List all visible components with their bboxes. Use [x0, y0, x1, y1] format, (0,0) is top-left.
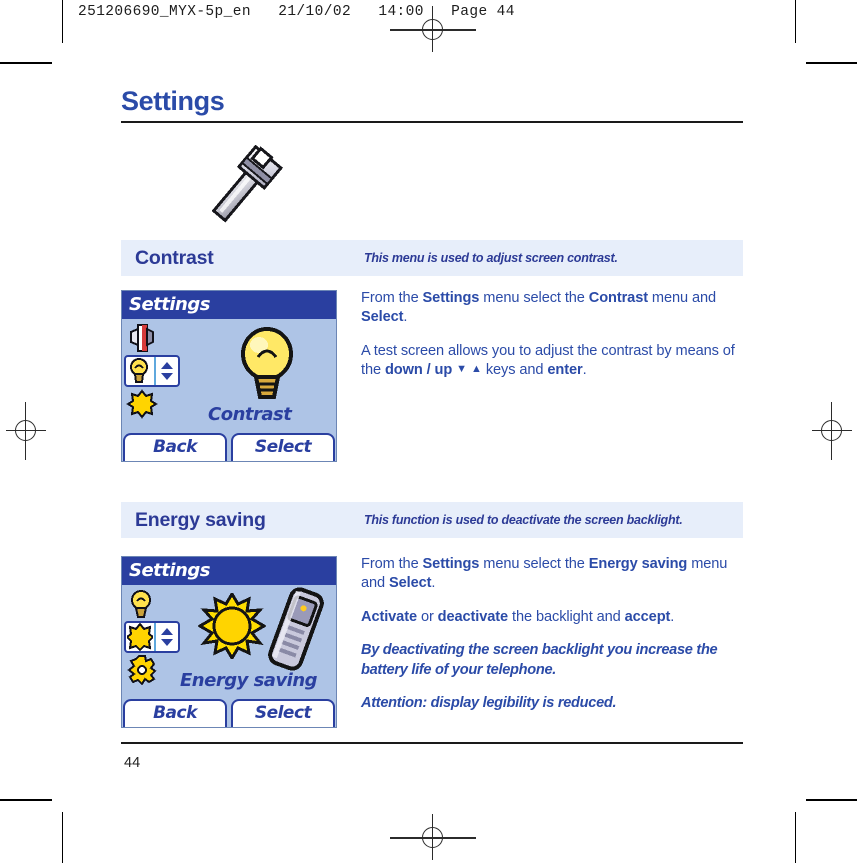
- softkey-select[interactable]: Select: [231, 433, 335, 461]
- softkey-select-label: Select: [254, 703, 312, 723]
- softkey-back-label: Back: [153, 437, 197, 457]
- paragraph-note: Attention: display legibility is reduced…: [361, 695, 617, 712]
- phone-screenshot-energy-saving: Settings Energy saving Back Select: [121, 556, 337, 728]
- phone-softkeys: Back Select: [122, 431, 336, 461]
- rail-selected-item[interactable]: [124, 355, 180, 387]
- phone-screenshot-contrast: Settings Contrast Back Select: [121, 290, 337, 462]
- rail-divider: [154, 357, 156, 385]
- chevron-down-icon[interactable]: [161, 639, 173, 646]
- lightbulb-icon: [126, 589, 158, 619]
- paragraph: A test screen allows you to adjust the c…: [361, 342, 735, 379]
- sun-graphic: [197, 591, 267, 664]
- phone-titlebar-label: Settings: [129, 294, 210, 315]
- section-subtitle: This function is used to deactivate the …: [364, 513, 683, 527]
- section-title: Contrast: [135, 247, 214, 269]
- footer-divider: [121, 742, 743, 744]
- wrench-icon: [196, 140, 292, 228]
- paragraph: From the Settings menu select the Contra…: [361, 290, 717, 326]
- section-header-energy-saving: Energy saving This function is used to d…: [121, 502, 743, 540]
- section-subtitle: This menu is used to adjust screen contr…: [364, 251, 618, 265]
- softkey-select-label: Select: [254, 437, 312, 457]
- title-divider: [121, 121, 743, 123]
- page-number: 44: [124, 755, 141, 771]
- softkey-back[interactable]: Back: [123, 433, 227, 461]
- lightbulb-graphic: [232, 327, 302, 406]
- section-header-contrast: Contrast This menu is used to adjust scr…: [121, 240, 743, 278]
- paragraph: Activate or deactivate the backlight and…: [361, 608, 675, 625]
- paragraph: From the Settings menu select the Energy…: [361, 556, 728, 592]
- sun-icon: [126, 389, 158, 419]
- down-arrow-icon: ▼: [456, 363, 468, 376]
- paragraph-note: By deactivating the screen backlight you…: [361, 642, 718, 678]
- phone-caption: Energy saving: [180, 670, 318, 691]
- rail-divider: [154, 623, 156, 651]
- phone-caption: Contrast: [208, 404, 292, 425]
- body-text-contrast: From the Settings menu select the Contra…: [361, 289, 743, 381]
- rail-selected-item[interactable]: [124, 621, 180, 653]
- mobile-phone-graphic: [265, 587, 327, 676]
- section-title: Energy saving: [135, 509, 266, 531]
- page-title: Settings: [121, 86, 225, 116]
- gear-icon: [126, 655, 158, 686]
- up-arrow-icon: ▲: [470, 363, 482, 376]
- body-text-energy-saving: From the Settings menu select the Energy…: [361, 555, 743, 713]
- softkey-back[interactable]: Back: [123, 699, 227, 727]
- softkey-back-label: Back: [153, 703, 197, 723]
- phone-titlebar: Settings: [122, 291, 336, 319]
- chevron-up-icon[interactable]: [161, 362, 173, 369]
- phone-titlebar-label: Settings: [129, 560, 210, 581]
- contrast-icon: [126, 323, 158, 353]
- chevron-down-icon[interactable]: [161, 373, 173, 380]
- softkey-select[interactable]: Select: [231, 699, 335, 727]
- phone-softkeys: Back Select: [122, 697, 336, 727]
- chevron-up-icon[interactable]: [161, 628, 173, 635]
- manual-page: Settings Contrast This menu is used to a…: [0, 0, 857, 863]
- phone-titlebar: Settings: [122, 557, 336, 585]
